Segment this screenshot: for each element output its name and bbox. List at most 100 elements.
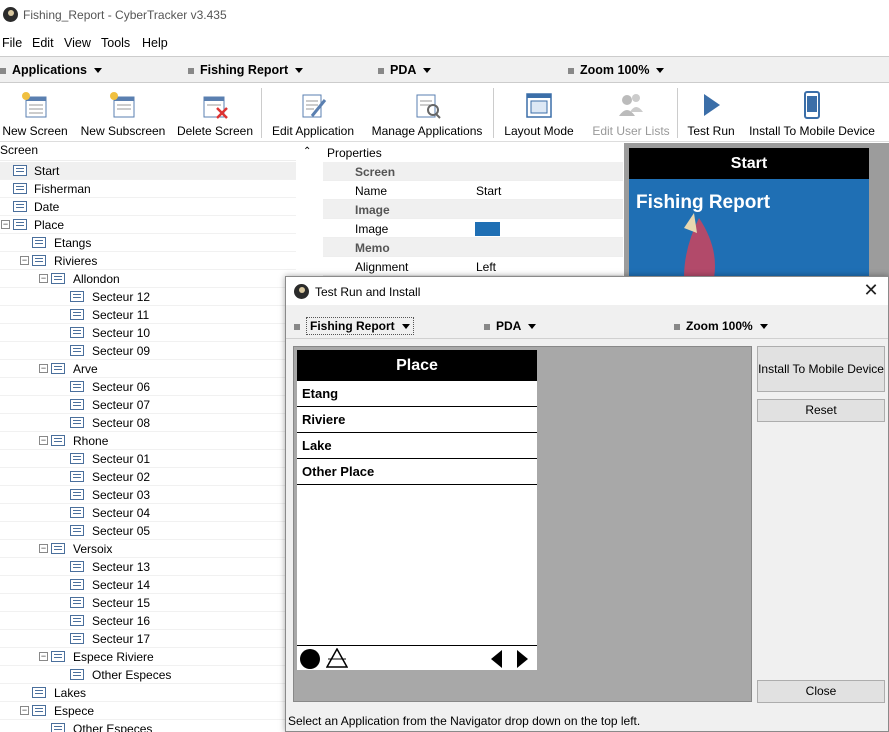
close-button[interactable]: Close	[757, 680, 885, 703]
new-subscreen-button[interactable]: New Subscreen	[78, 84, 168, 142]
tree-item[interactable]: Fisherman	[0, 180, 296, 198]
property-group-screen: Screen	[323, 162, 623, 181]
dialog-title: Test Run and Install	[315, 285, 421, 299]
device-dropdown[interactable]: PDA	[378, 63, 432, 77]
tree-item-label: Etangs	[54, 236, 92, 250]
tree-item[interactable]: Secteur 14	[0, 576, 296, 594]
test-run-button[interactable]: Test Run	[684, 84, 738, 142]
tree-item[interactable]: Secteur 01	[0, 450, 296, 468]
tree-item-label: Espece Riviere	[73, 650, 154, 664]
install-to-mobile-device-button[interactable]: Install To Mobile Device	[757, 346, 885, 392]
tree-item[interactable]: Date	[0, 198, 296, 216]
tree-item[interactable]: − Espece Riviere	[0, 648, 296, 666]
install-to-mobile-device-button[interactable]: Install To Mobile Device	[745, 84, 879, 142]
toolbar: New Screen New Subscreen Delete Screen E…	[0, 84, 889, 142]
tree-item[interactable]: Secteur 16	[0, 612, 296, 630]
collapse-toggle-icon[interactable]: −	[39, 544, 48, 553]
tree-item[interactable]: Secteur 06	[0, 378, 296, 396]
menu-file[interactable]: File	[2, 36, 22, 50]
list-item[interactable]: Riviere	[297, 407, 537, 433]
edit-user-lists-button[interactable]: Edit User Lists	[590, 84, 672, 142]
tree-item-label: Secteur 16	[92, 614, 151, 628]
menu-edit[interactable]: Edit	[32, 36, 54, 50]
tree-item[interactable]: Secteur 11	[0, 306, 296, 324]
property-row-image[interactable]: Image	[323, 219, 623, 238]
tree-item[interactable]: Secteur 07	[0, 396, 296, 414]
delete-screen-button[interactable]: Delete Screen	[175, 84, 255, 142]
reset-button[interactable]: Reset	[757, 399, 885, 422]
manage-applications-button[interactable]: Manage Applications	[367, 84, 487, 142]
dialog-app-dropdown[interactable]: Fishing Report	[294, 317, 414, 335]
tree-item[interactable]: − Versoix	[0, 540, 296, 558]
screen-node-icon	[51, 651, 65, 662]
list-item[interactable]: Other Place	[297, 459, 537, 485]
new-screen-button[interactable]: New Screen	[0, 84, 70, 142]
dialog-title-bar: Test Run and Install ✕	[286, 277, 888, 305]
tree-item[interactable]: Secteur 12	[0, 288, 296, 306]
app-dropdown[interactable]: Fishing Report	[188, 63, 304, 77]
menu-help[interactable]: Help	[142, 36, 168, 50]
collapse-icon[interactable]: ⌃	[303, 146, 311, 157]
list-item[interactable]: Etang	[297, 381, 537, 407]
collapse-toggle-icon[interactable]: −	[1, 220, 10, 229]
tree-item[interactable]: Secteur 08	[0, 414, 296, 432]
collapse-toggle-icon[interactable]: −	[39, 652, 48, 661]
tree-item[interactable]: Secteur 15	[0, 594, 296, 612]
tree-item-label: Secteur 10	[92, 326, 151, 340]
tree-item-label: Lakes	[54, 686, 87, 700]
tree-item[interactable]: Secteur 02	[0, 468, 296, 486]
tree-item[interactable]: Secteur 09	[0, 342, 296, 360]
tree-item[interactable]: − Place	[0, 216, 296, 234]
zoom-dropdown[interactable]: Zoom 100%	[568, 63, 665, 77]
tree-item[interactable]: Other Especes	[0, 666, 296, 684]
collapse-toggle-icon[interactable]: −	[39, 274, 48, 283]
menu-tools[interactable]: Tools	[101, 36, 130, 50]
tree-item[interactable]: Lakes	[0, 684, 296, 702]
fish-image	[684, 213, 715, 276]
next-arrow-icon[interactable]	[517, 650, 528, 668]
tree-item[interactable]: Etangs	[0, 234, 296, 252]
screen-node-icon	[51, 435, 65, 446]
layout-mode-button[interactable]: Layout Mode	[499, 84, 579, 142]
tree-item[interactable]: − Rhone	[0, 432, 296, 450]
warning-triangle-icon[interactable]	[326, 648, 348, 668]
list-item[interactable]: Lake	[297, 433, 537, 459]
screen-node-icon	[51, 723, 65, 732]
tree-item[interactable]: − Espece	[0, 702, 296, 720]
menu-view[interactable]: View	[64, 36, 91, 50]
tree-item[interactable]: − Rivieres	[0, 252, 296, 270]
screen-node-icon	[70, 669, 84, 680]
dialog-zoom-dropdown[interactable]: Zoom 100%	[674, 319, 768, 333]
screen-node-icon	[13, 219, 27, 230]
new-subscreen-icon	[110, 92, 135, 118]
properties-header: ⌃ Properties	[303, 146, 382, 160]
tree-item[interactable]: − Arve	[0, 360, 296, 378]
tree-item[interactable]: Secteur 05	[0, 522, 296, 540]
collapse-toggle-icon[interactable]: −	[20, 706, 29, 715]
collapse-toggle-icon[interactable]: −	[20, 256, 29, 265]
property-row-alignment[interactable]: Alignment Left	[323, 257, 623, 276]
property-row-name[interactable]: Name Start	[323, 181, 623, 200]
tree-item-label: Secteur 02	[92, 470, 151, 484]
edit-application-button[interactable]: Edit Application	[267, 84, 359, 142]
tree-item-label: Start	[34, 164, 60, 178]
preview-phone: Start Fishing Report	[629, 148, 869, 276]
previous-arrow-icon[interactable]	[491, 650, 502, 668]
collapse-toggle-icon[interactable]: −	[39, 364, 48, 373]
dialog-device-dropdown[interactable]: PDA	[484, 319, 537, 333]
collapse-toggle-icon[interactable]: −	[39, 436, 48, 445]
tree-item[interactable]: − Allondon	[0, 270, 296, 288]
preview-header: Start	[629, 148, 869, 179]
tree-item-label: Secteur 15	[92, 596, 151, 610]
tree-item[interactable]: Secteur 13	[0, 558, 296, 576]
tree-item[interactable]: Secteur 04	[0, 504, 296, 522]
tree-item[interactable]: Start	[0, 162, 296, 180]
tree-item[interactable]: Secteur 03	[0, 486, 296, 504]
tree-item[interactable]: Secteur 17	[0, 630, 296, 648]
screen-node-icon	[51, 363, 65, 374]
applications-dropdown[interactable]: Applications	[0, 63, 103, 77]
tree-item[interactable]: Other Especes	[0, 720, 296, 732]
close-icon[interactable]: ✕	[860, 280, 882, 302]
tree-item[interactable]: Secteur 10	[0, 324, 296, 342]
record-icon[interactable]	[300, 649, 320, 669]
